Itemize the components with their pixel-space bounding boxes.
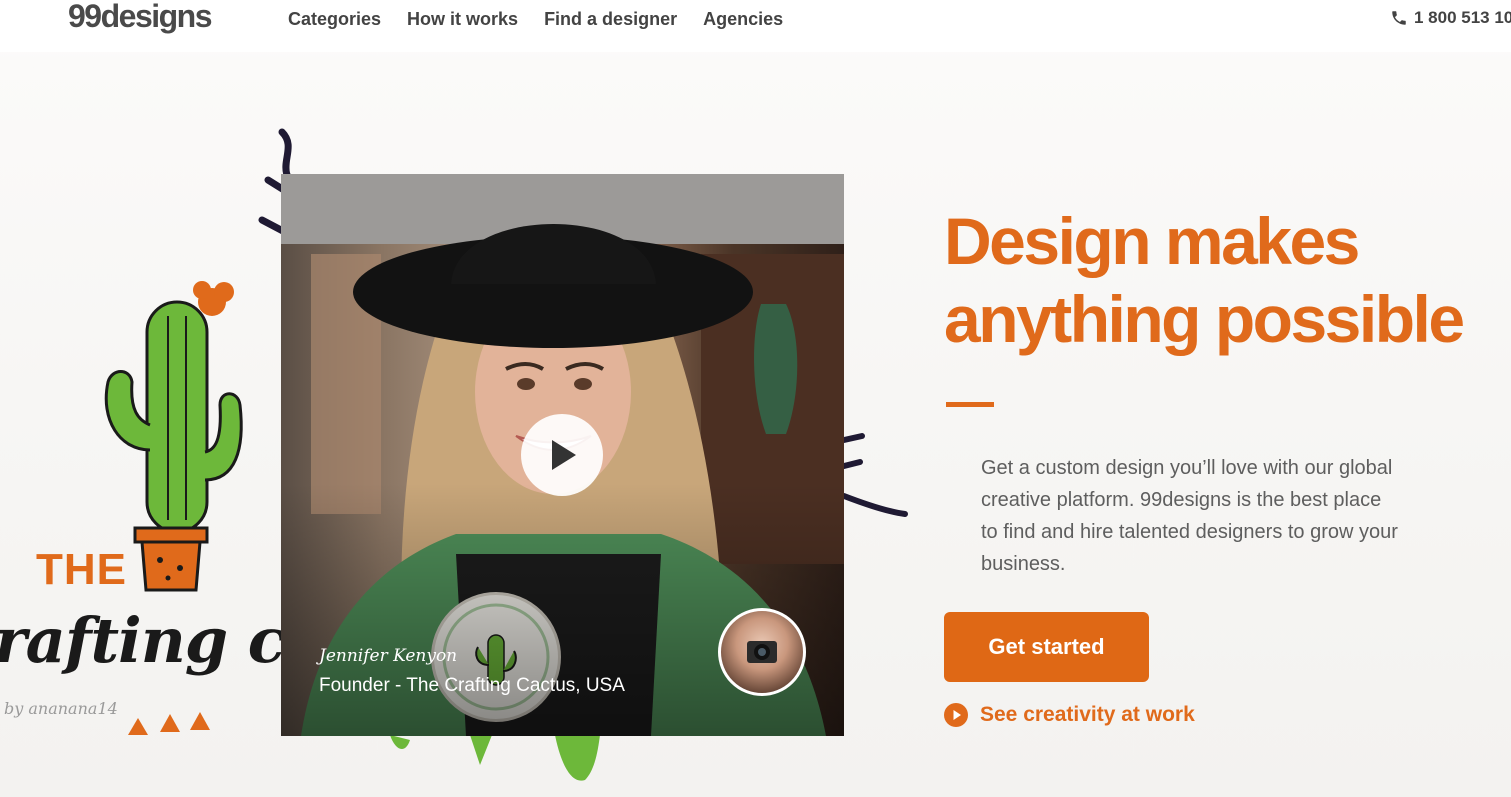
get-started-button[interactable]: Get started bbox=[944, 612, 1149, 682]
nav-links: Categories How it works Find a designer … bbox=[288, 9, 809, 30]
top-nav: 99designs Categories How it works Find a… bbox=[0, 0, 1511, 52]
designer-avatar[interactable] bbox=[718, 608, 806, 696]
accent-divider bbox=[946, 402, 994, 407]
phone-icon bbox=[1392, 11, 1406, 25]
designer-credit[interactable]: by ananana14 bbox=[4, 699, 118, 718]
brand-the: THE bbox=[36, 545, 127, 594]
nav-how-it-works[interactable]: How it works bbox=[407, 9, 518, 30]
testimonial-video[interactable]: Jennifer Kenyon Founder - The Crafting C… bbox=[281, 174, 844, 736]
nav-categories[interactable]: Categories bbox=[288, 9, 381, 30]
design-showcase: THE rafting cac by ananana14 bbox=[0, 120, 361, 797]
hero-description: Get a custom design you’ll love with our… bbox=[981, 457, 1398, 575]
nav-agencies[interactable]: Agencies bbox=[703, 9, 783, 30]
nav-find-designer[interactable]: Find a designer bbox=[544, 9, 677, 30]
see-creativity-label: See creativity at work bbox=[980, 703, 1195, 726]
play-icon bbox=[552, 440, 576, 470]
phone-number[interactable]: 1 800 513 10 bbox=[1390, 8, 1511, 28]
play-button[interactable] bbox=[521, 414, 603, 496]
see-creativity-link[interactable]: See creativity at work bbox=[944, 703, 1195, 727]
logo[interactable]: 99designs bbox=[68, 0, 213, 35]
play-circle-icon bbox=[944, 703, 968, 727]
testimonial-role: Founder - The Crafting Cactus, USA bbox=[319, 675, 625, 696]
hero-headline: Design makes anything possible bbox=[944, 204, 1465, 356]
testimonial-name: Jennifer Kenyon bbox=[319, 646, 458, 666]
phone-text: 1 800 513 10 bbox=[1414, 8, 1511, 27]
cactus-illustration bbox=[104, 128, 300, 735]
